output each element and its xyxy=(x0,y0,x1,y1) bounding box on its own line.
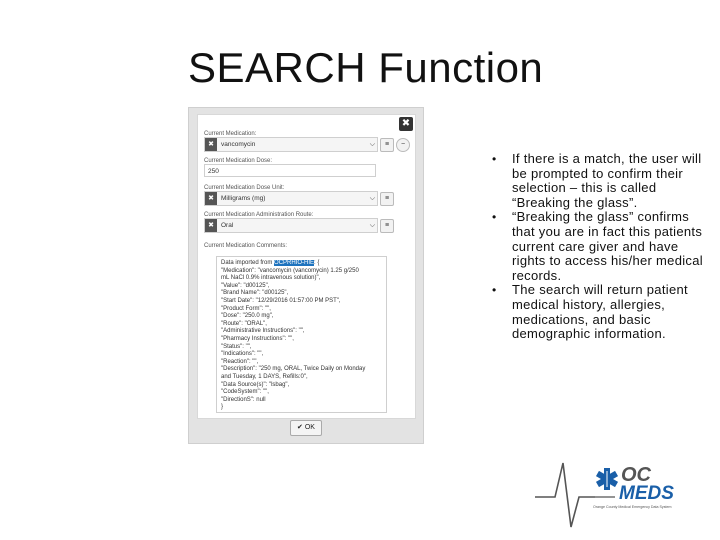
star-of-life-icon xyxy=(595,468,619,490)
comment-line: "Dose": "250.0 mg", xyxy=(221,313,274,320)
comments-textarea[interactable]: Data imported from OCPRHIO-HIE: { "Medic… xyxy=(216,256,387,413)
ok-button[interactable]: ✔ OK xyxy=(290,420,322,436)
comment-line: "Route": "ORAL", xyxy=(221,320,267,327)
comment-line: "Pharmacy Instructions": "", xyxy=(221,335,294,342)
list-button[interactable]: ≡ xyxy=(380,138,394,152)
dose-unit-value: Milligrams (mg) xyxy=(221,195,266,202)
clear-icon[interactable]: ✖ xyxy=(205,192,217,205)
comments-suffix: : { xyxy=(314,260,320,266)
dose-input[interactable]: 250 xyxy=(204,164,376,177)
comment-line: "Medication": "vancomycin (vancomycin) 1… xyxy=(221,267,359,274)
bullet-text: The search will return patient medical h… xyxy=(512,282,688,342)
list-button[interactable]: ≡ xyxy=(380,192,394,206)
comment-line: mL NaCl 0.9% intravenous solution)", xyxy=(221,275,321,282)
route-value: Oral xyxy=(221,222,234,229)
bullet-dot: • xyxy=(492,210,497,225)
logo-tagline: Orange County Medical Emergency Data Sys… xyxy=(593,505,672,509)
comment-line: "Administrative Instructions": "", xyxy=(221,328,305,335)
bullet-list: • If there is a match, the user will be p… xyxy=(492,151,712,342)
medication-select[interactable]: ✖ vancomycin ⌵ xyxy=(204,137,378,152)
comments-prefix: Data imported from xyxy=(221,260,275,266)
comment-line: and Tuesday, 1 DAYS, Refills:0", xyxy=(221,373,308,380)
comment-line: "DirectionS": null xyxy=(221,396,266,403)
comment-line: "Data Source(s)": "lsbag", xyxy=(221,381,290,388)
bullet-item: • If there is a match, the user will be p… xyxy=(492,151,712,210)
comments-label: Current Medication Comments: xyxy=(204,243,288,249)
medication-value: vancomycin xyxy=(221,141,256,148)
comment-line: "Brand Name": "d00125", xyxy=(221,290,289,297)
comment-line: "Status": "", xyxy=(221,343,252,350)
chevron-down-icon: ⌵ xyxy=(369,222,375,229)
route-select[interactable]: ✖ Oral ⌵ xyxy=(204,218,378,233)
chevron-down-icon: ⌵ xyxy=(369,195,375,202)
ok-label: OK xyxy=(304,424,315,431)
list-button[interactable]: ≡ xyxy=(380,219,394,233)
comment-line: "Start Date": "12/29/2016 01:57:00 PM PS… xyxy=(221,297,341,304)
chevron-down-icon: ⌵ xyxy=(369,141,375,148)
clear-icon[interactable]: ✖ xyxy=(205,138,217,151)
dose-unit-select[interactable]: ✖ Milligrams (mg) ⌵ xyxy=(204,191,378,206)
ocmeds-logo: OC MEDS Orange County Medical Emergency … xyxy=(535,462,674,528)
bullet-dot: • xyxy=(492,152,497,166)
medication-dialog-screenshot: ✖ Current Medication: ✖ vancomycin ⌵ ≡ − … xyxy=(188,107,424,444)
bullet-text: “Breaking the glass” confirms that you a… xyxy=(512,209,703,283)
slide-title: SEARCH Function xyxy=(188,44,544,91)
clear-icon[interactable]: ✖ xyxy=(205,219,217,232)
close-icon[interactable]: ✖ xyxy=(399,117,413,131)
comment-line: } xyxy=(221,404,224,411)
comment-line: "Reaction": "", xyxy=(221,358,259,365)
logo-text-bottom: MEDS xyxy=(619,483,674,504)
comments-highlight: OCPRHIO-HIE xyxy=(274,260,315,266)
remove-button[interactable]: − xyxy=(396,138,410,152)
medication-dialog-panel: ✖ Current Medication: ✖ vancomycin ⌵ ≡ − … xyxy=(197,114,416,419)
bullet-dot: • xyxy=(492,283,497,298)
check-icon: ✔ xyxy=(297,424,303,431)
comment-line: "Product Form": "", xyxy=(221,305,271,312)
comment-line: "Value": "d00125", xyxy=(221,282,270,289)
bullet-item: • The search will return patient medical … xyxy=(492,282,712,342)
bullet-item: • “Breaking the glass” confirms that you … xyxy=(492,210,712,283)
comment-line: "Description": "250 mg, ORAL, Twice Dail… xyxy=(221,366,366,373)
bullet-text: If there is a match, the user will be pr… xyxy=(512,151,702,210)
comment-line: "Indications": "", xyxy=(221,351,264,358)
comment-line: "CodeSystem": "", xyxy=(221,389,269,396)
